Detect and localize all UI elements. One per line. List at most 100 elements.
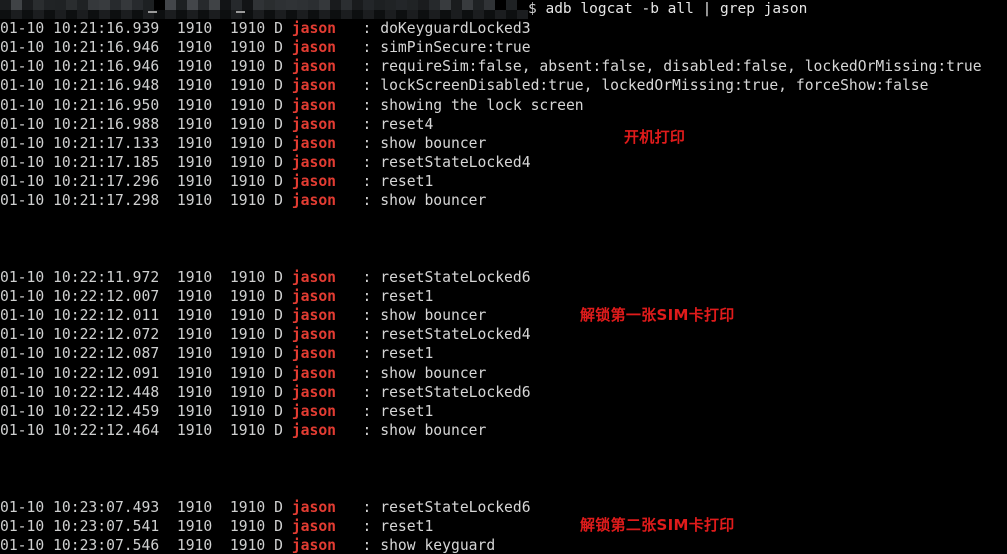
log-line-separator: : bbox=[336, 173, 381, 191]
prompt-dollar-sign: $ bbox=[528, 1, 537, 17]
log-blank-line bbox=[0, 478, 1007, 497]
log-line-separator: : bbox=[336, 421, 381, 439]
log-line[interactable]: 01-10 10:22:12.087 1910 1910 D jason : r… bbox=[0, 344, 1007, 363]
log-line-meta: 01-10 10:21:17.296 1910 1910 D bbox=[0, 173, 292, 191]
log-line-tag: jason bbox=[291, 517, 337, 535]
log-line-meta: 01-10 10:22:12.007 1910 1910 D bbox=[0, 287, 292, 305]
log-blank-line bbox=[0, 440, 1007, 459]
log-line[interactable]: 01-10 10:21:17.298 1910 1910 D jason : s… bbox=[0, 191, 1007, 210]
log-line-meta: 01-10 10:22:12.072 1910 1910 D bbox=[0, 326, 292, 344]
log-line-meta: 01-10 10:23:07.546 1910 1910 D bbox=[0, 536, 292, 554]
log-line-tag: jason bbox=[291, 96, 337, 114]
log-line-tag: jason bbox=[291, 115, 337, 133]
log-line-meta: 01-10 10:21:17.185 1910 1910 D bbox=[0, 153, 292, 171]
log-line-separator: : bbox=[336, 364, 381, 382]
log-line-message: showing the lock screen bbox=[380, 96, 584, 114]
annotation-note-3: 解锁第二张SIM卡打印 bbox=[580, 516, 735, 534]
log-line-message: show bouncer bbox=[380, 192, 487, 210]
log-line[interactable]: 01-10 10:22:12.448 1910 1910 D jason : r… bbox=[0, 383, 1007, 402]
log-line-message: show keyguard bbox=[380, 536, 496, 554]
log-line-meta: 01-10 10:21:16.988 1910 1910 D bbox=[0, 115, 292, 133]
log-line-meta: 01-10 10:22:12.087 1910 1910 D bbox=[0, 345, 292, 363]
log-line-tag: jason bbox=[291, 326, 337, 344]
log-line[interactable]: 01-10 10:21:17.296 1910 1910 D jason : r… bbox=[0, 172, 1007, 191]
log-blank-line bbox=[0, 459, 1007, 478]
log-line-message: show bouncer bbox=[380, 364, 487, 382]
log-line-separator: : bbox=[336, 307, 381, 325]
log-line-meta: 01-10 10:21:17.133 1910 1910 D bbox=[0, 134, 292, 152]
log-line-meta: 01-10 10:21:16.946 1910 1910 D bbox=[0, 58, 292, 76]
log-line-tag: jason bbox=[291, 536, 337, 554]
log-line-tag: jason bbox=[291, 173, 337, 191]
log-line-tag: jason bbox=[291, 287, 337, 305]
log-line-tag: jason bbox=[291, 383, 337, 401]
log-line-meta: 01-10 10:23:07.541 1910 1910 D bbox=[0, 517, 292, 535]
log-line[interactable]: 01-10 10:21:16.948 1910 1910 D jason : l… bbox=[0, 76, 1007, 95]
log-line-tag: jason bbox=[291, 268, 337, 286]
log-line[interactable]: 01-10 10:21:16.946 1910 1910 D jason : r… bbox=[0, 57, 1007, 76]
log-line-meta: 01-10 10:22:12.448 1910 1910 D bbox=[0, 383, 292, 401]
log-line-separator: : bbox=[336, 287, 381, 305]
log-line-tag: jason bbox=[291, 421, 337, 439]
log-line-message: doKeyguardLocked3 bbox=[380, 20, 531, 37]
log-line-tag: jason bbox=[291, 39, 337, 57]
log-line-separator: : bbox=[336, 96, 381, 114]
command-text: adb logcat -b all | grep jason bbox=[536, 1, 808, 17]
log-line-message: resetStateLocked6 bbox=[380, 268, 531, 286]
log-line-separator: : bbox=[336, 326, 381, 344]
terminal-window: $ adb logcat -b all | grep jason 01-10 1… bbox=[0, 0, 1007, 554]
log-line-meta: 01-10 10:22:12.459 1910 1910 D bbox=[0, 402, 292, 420]
log-line-meta: 01-10 10:21:16.948 1910 1910 D bbox=[0, 77, 292, 95]
log-line-message: reset1 bbox=[380, 517, 434, 535]
log-blank-line bbox=[0, 249, 1007, 268]
log-line-tag: jason bbox=[291, 307, 337, 325]
log-line-separator: : bbox=[336, 39, 381, 57]
log-line-separator: : bbox=[336, 268, 381, 286]
log-line[interactable]: 01-10 10:21:17.133 1910 1910 D jason : s… bbox=[0, 134, 1007, 153]
log-line-message: simPinSecure:true bbox=[380, 39, 531, 57]
log-line-separator: : bbox=[336, 58, 381, 76]
log-line-message: resetStateLocked4 bbox=[380, 153, 531, 171]
log-line-meta: 01-10 10:23:07.493 1910 1910 D bbox=[0, 498, 292, 516]
log-line-tag: jason bbox=[291, 192, 337, 210]
log-blank-line bbox=[0, 210, 1007, 229]
log-line-tag: jason bbox=[291, 153, 337, 171]
log-line[interactable]: 01-10 10:21:17.185 1910 1910 D jason : r… bbox=[0, 153, 1007, 172]
log-line-separator: : bbox=[336, 383, 381, 401]
log-line-message: reset1 bbox=[380, 287, 434, 305]
log-line-separator: : bbox=[336, 498, 381, 516]
logcat-output[interactable]: 01-10 10:21:16.939 1910 1910 D jason : d… bbox=[0, 19, 1007, 554]
log-line[interactable]: 01-10 10:22:12.091 1910 1910 D jason : s… bbox=[0, 364, 1007, 383]
log-line-message: resetStateLocked6 bbox=[380, 498, 531, 516]
log-line-tag: jason bbox=[291, 498, 337, 516]
log-line[interactable]: 01-10 10:22:12.464 1910 1910 D jason : s… bbox=[0, 421, 1007, 440]
log-line[interactable]: 01-10 10:22:12.072 1910 1910 D jason : r… bbox=[0, 325, 1007, 344]
log-line-separator: : bbox=[336, 402, 381, 420]
log-line[interactable]: 01-10 10:22:12.459 1910 1910 D jason : r… bbox=[0, 402, 1007, 421]
log-line[interactable]: 01-10 10:21:16.946 1910 1910 D jason : s… bbox=[0, 38, 1007, 57]
log-line-message: reset4 bbox=[380, 115, 434, 133]
log-line-separator: : bbox=[336, 115, 381, 133]
shell-prompt-line: $ adb logcat -b all | grep jason bbox=[0, 0, 1007, 19]
log-line-separator: : bbox=[336, 192, 381, 210]
log-line-tag: jason bbox=[291, 134, 337, 152]
log-line[interactable]: 01-10 10:23:07.541 1910 1910 D jason : r… bbox=[0, 517, 1007, 536]
log-line[interactable]: 01-10 10:21:16.939 1910 1910 D jason : d… bbox=[0, 19, 1007, 38]
log-line-message: reset1 bbox=[380, 402, 434, 420]
log-line-meta: 01-10 10:21:17.298 1910 1910 D bbox=[0, 192, 292, 210]
log-line-tag: jason bbox=[291, 20, 337, 37]
log-line-message: resetStateLocked6 bbox=[380, 383, 531, 401]
log-line[interactable]: 01-10 10:22:12.011 1910 1910 D jason : s… bbox=[0, 306, 1007, 325]
log-line[interactable]: 01-10 10:23:07.546 1910 1910 D jason : s… bbox=[0, 536, 1007, 554]
log-line[interactable]: 01-10 10:21:16.950 1910 1910 D jason : s… bbox=[0, 96, 1007, 115]
log-line-tag: jason bbox=[291, 402, 337, 420]
log-line[interactable]: 01-10 10:23:07.493 1910 1910 D jason : r… bbox=[0, 498, 1007, 517]
log-line-message: reset1 bbox=[380, 345, 434, 363]
log-line[interactable]: 01-10 10:22:12.007 1910 1910 D jason : r… bbox=[0, 287, 1007, 306]
log-line-separator: : bbox=[336, 153, 381, 171]
log-line-tag: jason bbox=[291, 345, 337, 363]
log-line-separator: : bbox=[336, 345, 381, 363]
log-line[interactable]: 01-10 10:22:11.972 1910 1910 D jason : r… bbox=[0, 268, 1007, 287]
log-line[interactable]: 01-10 10:21:16.988 1910 1910 D jason : r… bbox=[0, 115, 1007, 134]
log-line-separator: : bbox=[336, 77, 381, 95]
